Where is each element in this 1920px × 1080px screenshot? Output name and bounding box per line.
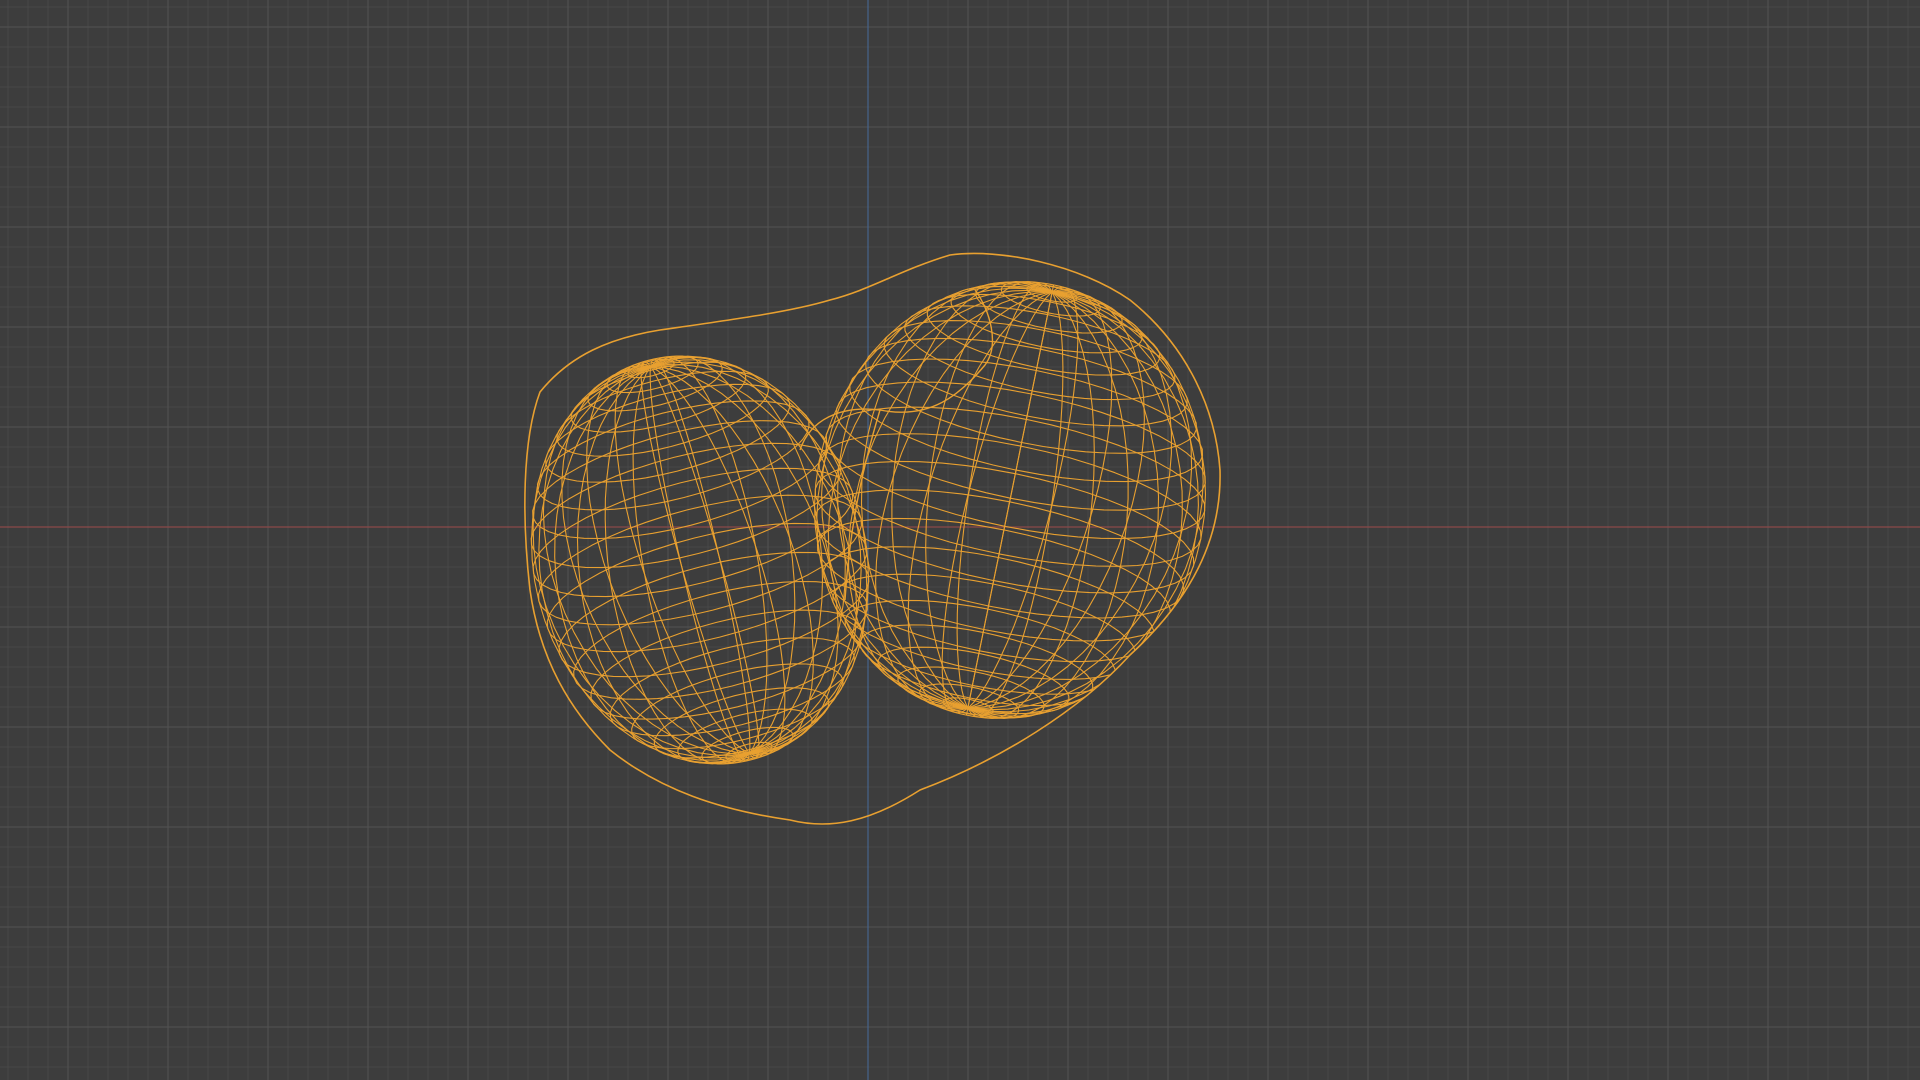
mesh-edge-ring [640, 360, 750, 754]
wireframe-mesh-object[interactable] [524, 252, 1221, 825]
mesh-edge-loop [532, 420, 827, 540]
viewport-canvas[interactable] [0, 0, 1920, 1080]
mesh-edge-ring [650, 358, 751, 754]
mesh-edge-loop [573, 580, 868, 700]
mesh-edge-ring [875, 291, 1053, 710]
mesh-edge-loop [532, 467, 854, 598]
3d-viewport[interactable] [0, 0, 1920, 1080]
mesh-edge-ring [650, 366, 760, 760]
mesh-edge-loop [546, 522, 868, 653]
mesh-edge-ring [649, 366, 750, 762]
mesh-edge-ring [632, 366, 750, 764]
grid-minor-lines [0, 0, 1920, 1080]
mesh-edge-ring [967, 290, 1145, 709]
